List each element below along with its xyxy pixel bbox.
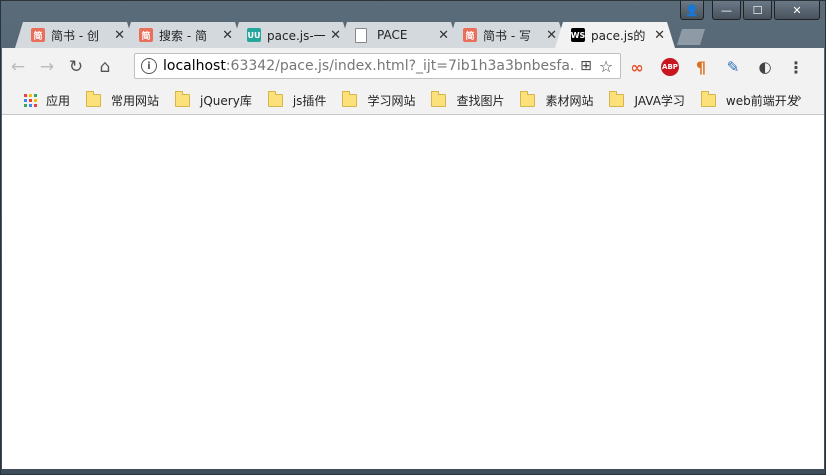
- tab-title: 简书 - 写: [483, 28, 531, 43]
- document-icon: [355, 28, 367, 43]
- close-tab-icon[interactable]: ✕: [114, 28, 125, 43]
- window-controls: 👤 — ☐ ✕: [680, 1, 820, 20]
- bookmark-folder-6[interactable]: JAVA学习: [609, 90, 685, 109]
- bookmark-folder-3[interactable]: 学习网站: [342, 90, 416, 109]
- bookmark-label: 学习网站: [367, 93, 416, 108]
- minimize-button[interactable]: —: [712, 1, 741, 20]
- tab-title: 简书 - 创: [51, 28, 99, 43]
- bookmark-apps[interactable]: 应用: [24, 92, 70, 109]
- folder-icon: [431, 90, 447, 107]
- tab-title: PACE: [377, 28, 408, 42]
- bookmarks-overflow-chevron-icon[interactable]: »: [794, 91, 802, 106]
- sync-icon: ◐: [758, 58, 772, 76]
- abp-label: ABP: [662, 63, 678, 71]
- scrollbar-gutter: [818, 115, 824, 469]
- bookmark-folder-1[interactable]: jQuery库: [175, 90, 252, 109]
- browser-toolbar: ← → ↻ ⌂ i localhost:63342/pace.js/index.…: [2, 48, 824, 86]
- bookmark-label: JAVA学习: [634, 93, 685, 108]
- folder-icon: [700, 90, 716, 107]
- close-tab-icon[interactable]: ✕: [222, 28, 233, 43]
- bookmarks-bar: 应用 常用网站 jQuery库 js插件 学习网站 查找图片 素材网站 JAVA…: [2, 86, 824, 115]
- translate-icon[interactable]: ⊞: [576, 58, 596, 74]
- tab-jianshu-search[interactable]: 简 搜索 - 简 ✕: [123, 22, 243, 48]
- infinity-icon: ∞: [630, 57, 644, 77]
- tab-jianshu-create[interactable]: 简 简书 - 创 ✕: [15, 22, 135, 48]
- adblock-plus-icon[interactable]: ABP: [661, 58, 679, 76]
- uu-site-icon: UU: [247, 28, 261, 42]
- bookmark-label: jQuery库: [200, 93, 252, 108]
- back-button[interactable]: ←: [5, 54, 31, 80]
- close-tab-icon[interactable]: ✕: [330, 28, 341, 43]
- info-icon[interactable]: i: [141, 58, 157, 74]
- tool-extension-icon[interactable]: ✎: [724, 58, 742, 76]
- address-bar[interactable]: i localhost:63342/pace.js/index.html?_ij…: [134, 53, 621, 79]
- tab-title: pace.js-一: [267, 28, 326, 43]
- bookmark-label: 常用网站: [111, 93, 160, 108]
- tab-title: pace.js的: [591, 28, 646, 43]
- webstorm-icon: WS: [571, 28, 585, 42]
- close-tab-icon[interactable]: ✕: [654, 28, 665, 43]
- bookmark-folder-5[interactable]: 素材网站: [520, 90, 594, 109]
- apps-grid-icon: [24, 93, 37, 107]
- close-tab-icon[interactable]: ✕: [546, 28, 557, 43]
- folder-icon: [267, 90, 283, 107]
- home-button[interactable]: ⌂: [92, 54, 118, 80]
- tool-icon: ✎: [726, 58, 740, 76]
- folder-icon: [609, 90, 625, 107]
- tab-title: 搜索 - 简: [159, 28, 207, 43]
- user-profile-button[interactable]: 👤: [680, 1, 704, 20]
- bookmark-label: web前端开发: [725, 93, 799, 108]
- bookmark-star-icon[interactable]: ☆: [596, 57, 616, 76]
- bookmark-folder-4[interactable]: 查找图片: [431, 90, 505, 109]
- folder-icon: [86, 90, 102, 107]
- folder-icon: [342, 90, 358, 107]
- tab-jianshu-write[interactable]: 简 简书 - 写 ✕: [447, 22, 567, 48]
- url-text[interactable]: localhost:63342/pace.js/index.html?_ijt=…: [163, 58, 576, 74]
- url-host: localhost: [163, 58, 226, 74]
- jianshu-icon: 简: [463, 28, 477, 42]
- forward-button[interactable]: →: [34, 54, 60, 80]
- bookmark-folder-0[interactable]: 常用网站: [86, 90, 160, 109]
- maximize-button[interactable]: ☐: [743, 1, 772, 20]
- chrome-menu-icon[interactable]: ⋮: [787, 58, 805, 77]
- tab-pacejs-active[interactable]: WS pace.js的 ✕: [555, 22, 675, 48]
- bookmark-label: 应用: [46, 93, 71, 108]
- page-content[interactable]: [2, 115, 818, 469]
- jianshu-icon: 简: [31, 28, 45, 42]
- bookmark-label: 查找图片: [456, 93, 505, 108]
- infinity-extension-icon[interactable]: ∞: [628, 57, 646, 77]
- tab-strip: 简 简书 - 创 ✕ 简 搜索 - 简 ✕ UU pace.js-一 ✕ PAC…: [15, 22, 815, 48]
- paragraph-icon: ¶: [695, 57, 707, 77]
- bookmark-folder-7[interactable]: web前端开发: [700, 90, 799, 109]
- new-tab-button[interactable]: [677, 29, 705, 45]
- bookmark-label: 素材网站: [545, 93, 594, 108]
- folder-icon: [520, 90, 536, 107]
- sync-extension-icon[interactable]: ◐: [756, 58, 774, 76]
- tab-pace[interactable]: PACE ✕: [339, 22, 459, 48]
- close-tab-icon[interactable]: ✕: [438, 28, 449, 43]
- url-path: :63342/pace.js/index.html?_ijt=7ib1h3a3b…: [225, 58, 576, 74]
- close-window-button[interactable]: ✕: [774, 1, 820, 20]
- jianshu-icon: 简: [139, 28, 153, 42]
- bookmark-label: js插件: [292, 93, 327, 108]
- reload-button[interactable]: ↻: [63, 54, 89, 80]
- paragraph-extension-icon[interactable]: ¶: [692, 57, 710, 77]
- tab-pacejs[interactable]: UU pace.js-一 ✕: [231, 22, 351, 48]
- folder-icon: [175, 90, 191, 107]
- browser-window: 👤 — ☐ ✕ 简 简书 - 创 ✕ 简 搜索 - 简 ✕ UU pace.js…: [0, 0, 826, 475]
- bookmark-folder-2[interactable]: js插件: [267, 90, 327, 109]
